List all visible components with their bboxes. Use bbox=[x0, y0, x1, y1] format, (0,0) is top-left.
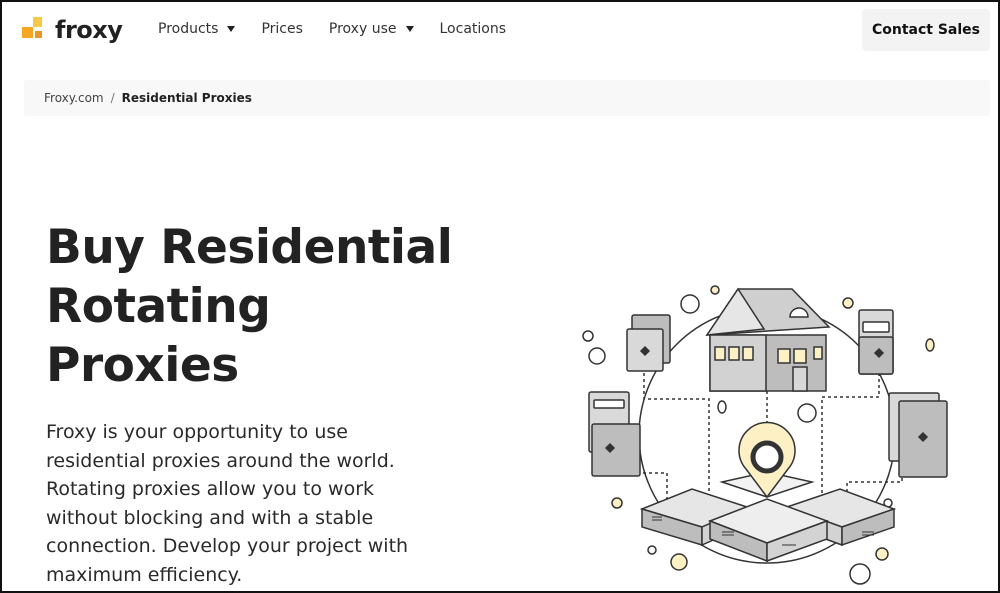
brand-name: froxy bbox=[55, 16, 123, 44]
site-header: froxy Products Prices Proxy use Location… bbox=[2, 2, 998, 60]
page-title-line: Buy Residential bbox=[46, 220, 453, 275]
page-title-line: Rotating bbox=[46, 279, 271, 334]
nav-item-products[interactable]: Products bbox=[158, 21, 236, 37]
nav-item-prices[interactable]: Prices bbox=[261, 21, 302, 37]
device-icon bbox=[888, 392, 948, 478]
nav-item-label: Prices bbox=[261, 21, 303, 37]
nav-item-label: Proxy use bbox=[328, 21, 397, 37]
page-title-line: Proxies bbox=[46, 338, 239, 393]
nav-item-label: Locations bbox=[439, 21, 507, 37]
breadcrumb-current: Residential Proxies bbox=[121, 91, 252, 105]
device-icon bbox=[626, 314, 671, 372]
chevron-down-icon bbox=[405, 26, 414, 32]
breadcrumb: Froxy.com / Residential Proxies bbox=[24, 80, 990, 116]
froxy-logo-icon bbox=[22, 17, 48, 43]
breadcrumb-home-link[interactable]: Froxy.com bbox=[44, 91, 104, 105]
nav-item-locations[interactable]: Locations bbox=[440, 21, 507, 37]
main-nav: Products Prices Proxy use Locations bbox=[158, 21, 532, 37]
chevron-down-icon bbox=[227, 26, 236, 32]
hero-description: Froxy is your opportunity to use residen… bbox=[46, 421, 409, 586]
device-icon bbox=[858, 309, 894, 375]
network-illustration bbox=[582, 285, 948, 585]
contact-sales-button[interactable]: Contact Sales bbox=[862, 9, 990, 51]
page-title: Buy Residential Rotating Proxies bbox=[46, 218, 486, 395]
breadcrumb-separator: / bbox=[110, 91, 115, 105]
nav-item-label: Products bbox=[158, 21, 219, 37]
page-frame: froxy Products Prices Proxy use Location… bbox=[0, 0, 1000, 593]
nav-item-proxy-use[interactable]: Proxy use bbox=[329, 21, 414, 37]
device-icon bbox=[588, 391, 641, 477]
house-icon bbox=[705, 287, 831, 392]
logo-link[interactable]: froxy bbox=[22, 16, 123, 44]
